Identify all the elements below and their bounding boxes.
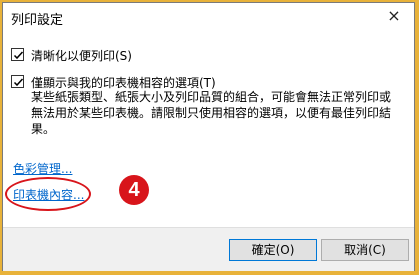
cancel-button[interactable]: 取消(C) [321, 239, 409, 261]
ok-button[interactable]: 確定(O) [229, 239, 317, 261]
checkmark-icon [13, 51, 24, 60]
checkmark-icon [13, 78, 24, 87]
sharpen-checkbox[interactable] [11, 48, 24, 61]
compatibility-description: 某些紙張類型、紙張大小及列印品質的組合，可能會無法正常列印或無法用於某些印表機。… [31, 90, 392, 136]
print-settings-dialog: 列印設定 × 清晰化以便列印(S) 僅顯示與我的印表機相容的選項(T) 某些紙張… [2, 2, 415, 271]
close-icon[interactable]: × [380, 5, 408, 27]
highlight-ring [5, 177, 91, 211]
sharpen-label: 清晰化以便列印(S) [31, 49, 132, 63]
compatible-only-checkbox[interactable] [11, 75, 24, 88]
title-bar: 列印設定 × [3, 3, 414, 31]
dialog-title: 列印設定 [11, 13, 64, 28]
dialog-footer: 確定(O) 取消(C) [3, 227, 414, 271]
color-management-link[interactable]: 色彩管理... [13, 160, 72, 177]
step-number-badge: 4 [119, 175, 149, 205]
